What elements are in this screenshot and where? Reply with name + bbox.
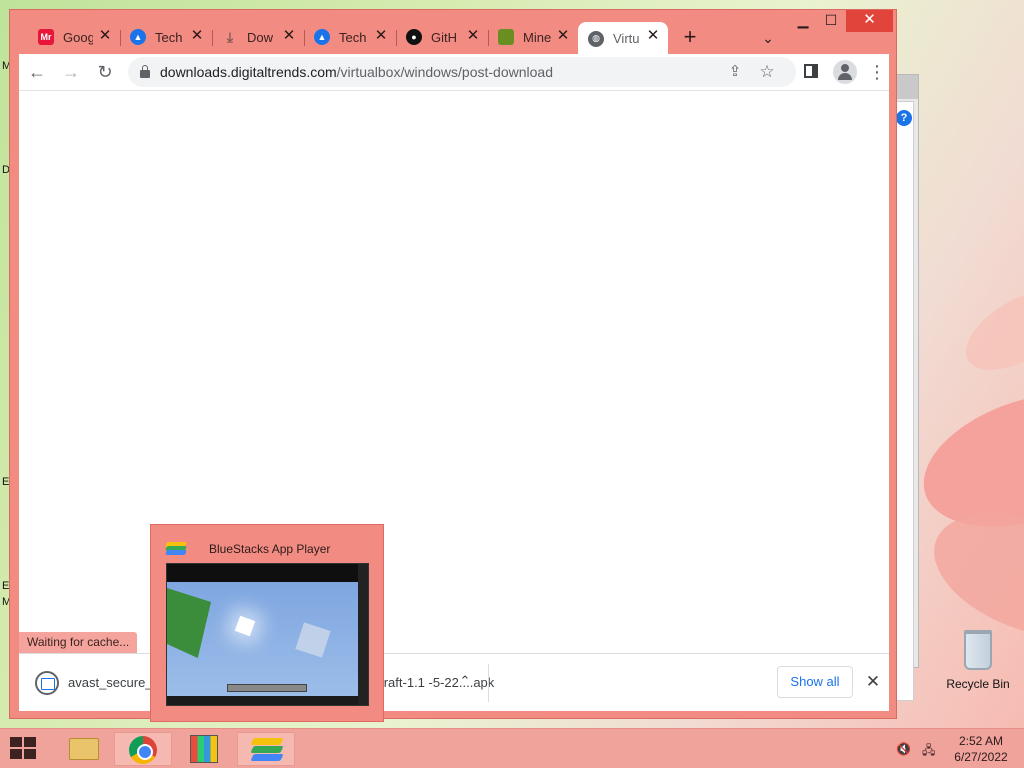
taskbar-file-explorer[interactable] xyxy=(54,732,112,766)
wallpaper-petal xyxy=(953,274,1024,386)
bluestacks-icon xyxy=(250,738,284,762)
windows-media-icon xyxy=(190,735,218,763)
github-icon: ● xyxy=(406,29,422,45)
forward-arrow-icon[interactable]: → xyxy=(59,60,83,84)
download-separator xyxy=(488,664,489,702)
download-filename-start: avast_secure_b xyxy=(68,675,160,690)
kebab-menu-icon[interactable]: ⋮ xyxy=(865,60,889,84)
network-icon[interactable]: 🖧 xyxy=(922,741,938,757)
close-icon[interactable]: ✕ xyxy=(466,28,480,43)
background-window-body xyxy=(896,101,914,701)
bluestacks-icon xyxy=(165,542,187,556)
reload-icon[interactable]: ↻ xyxy=(93,60,117,84)
background-window-header xyxy=(894,75,918,99)
download-file-icon xyxy=(35,671,59,695)
taskbar-thumbnail-preview[interactable]: BlueStacks App Player xyxy=(150,524,384,722)
tab-title: Mine xyxy=(523,29,552,45)
minimize-button[interactable]: ▁ xyxy=(790,10,816,32)
close-download-shelf-icon[interactable]: ✕ xyxy=(862,671,884,693)
tab-virtualbox[interactable]: ◍ Virtu ✕ xyxy=(578,22,668,55)
tab-title: Dow xyxy=(247,29,274,45)
tab-title: Virtu xyxy=(613,31,640,46)
recycle-bin-label: Recycle Bin xyxy=(946,677,1010,691)
preview-topbar xyxy=(167,564,359,582)
bookmark-star-icon[interactable]: ☆ xyxy=(756,61,778,83)
mr-icon: Mr xyxy=(38,29,54,45)
window-close-button[interactable]: ✕ xyxy=(846,10,893,32)
techspot-icon: ▲ xyxy=(130,29,146,45)
address-bar[interactable]: downloads.digitaltrends.com/virtualbox/w… xyxy=(128,57,796,87)
maximize-button[interactable]: ☐ xyxy=(818,10,844,32)
windows-start-icon[interactable] xyxy=(10,737,38,761)
close-icon[interactable]: ✕ xyxy=(374,28,388,43)
chrome-icon xyxy=(129,736,157,764)
close-icon[interactable]: ✕ xyxy=(282,28,296,43)
lock-icon[interactable] xyxy=(140,65,150,78)
chrome-window: Mr Goog ✕ ▲ Tech ✕ ⤓ Dow ✕ ▲ Tech ✕ ● Gi… xyxy=(9,9,897,719)
tab-title: Tech xyxy=(155,29,183,45)
thumbnail-screen xyxy=(166,563,369,706)
download-icon: ⤓ xyxy=(226,28,234,45)
preview-hotbar xyxy=(227,684,307,692)
techspot-icon: ▲ xyxy=(314,29,330,45)
taskbar-windows-media[interactable] xyxy=(174,732,232,766)
tab-search-chevron-icon[interactable]: ⌄ xyxy=(758,28,778,48)
tab-title: GitH xyxy=(431,29,457,45)
tab-github[interactable]: ● GitH ✕ xyxy=(396,22,488,52)
clock-time: 2:52 AM xyxy=(958,734,1004,748)
url-path: /virtualbox/windows/post-download xyxy=(336,64,553,80)
close-icon[interactable]: ✕ xyxy=(98,28,112,43)
taskbar-chrome[interactable] xyxy=(114,732,172,766)
new-tab-button[interactable]: + xyxy=(678,26,702,50)
tab-download[interactable]: ⤓ Dow ✕ xyxy=(212,22,304,52)
show-all-button[interactable]: Show all xyxy=(777,666,853,698)
tab-techspot-2[interactable]: ▲ Tech ✕ xyxy=(304,22,396,52)
minecraft-icon xyxy=(498,29,514,45)
close-icon[interactable]: ✕ xyxy=(556,28,570,43)
profile-avatar-icon[interactable] xyxy=(833,60,857,84)
taskbar-bluestacks[interactable] xyxy=(237,732,295,766)
file-explorer-icon xyxy=(69,738,99,760)
tab-strip: Mr Goog ✕ ▲ Tech ✕ ⤓ Dow ✕ ▲ Tech ✕ ● Gi… xyxy=(10,10,898,55)
url-domain: downloads.digitaltrends.com xyxy=(160,64,337,80)
system-clock[interactable]: 2:52 AM 6/27/2022 xyxy=(948,733,1014,765)
taskbar: 🔇 🖧 2:52 AM 6/27/2022 xyxy=(0,728,1024,768)
preview-sidebar xyxy=(358,564,368,705)
recycle-bin-icon xyxy=(964,630,992,670)
close-icon[interactable]: ✕ xyxy=(190,28,204,43)
share-icon[interactable]: ⇪ xyxy=(724,61,746,83)
tab-title: Tech xyxy=(339,29,367,45)
clock-date: 6/27/2022 xyxy=(954,750,1008,764)
thumbnail-title: BlueStacks App Player xyxy=(209,542,331,556)
help-icon[interactable]: ? xyxy=(896,110,912,126)
tab-title: Goog xyxy=(63,29,93,45)
speaker-muted-icon[interactable]: 🔇 xyxy=(896,742,912,756)
tab-techspot[interactable]: ▲ Tech ✕ xyxy=(120,22,212,52)
close-icon[interactable]: ✕ xyxy=(646,28,660,43)
chevron-up-icon[interactable]: ⌃ xyxy=(457,673,473,689)
globe-icon: ◍ xyxy=(588,30,604,47)
tab-minecraft[interactable]: Mine ✕ xyxy=(488,22,578,52)
status-bubble: Waiting for cache... xyxy=(19,632,138,653)
download-filename-end: eraft-1.1 -5-22....apk xyxy=(376,675,495,690)
side-panel-icon[interactable] xyxy=(804,64,818,78)
tab-google[interactable]: Mr Goog ✕ xyxy=(28,22,120,52)
back-arrow-icon[interactable]: ← xyxy=(25,60,49,84)
url-text[interactable]: downloads.digitaltrends.com/virtualbox/w… xyxy=(160,64,553,80)
browser-toolbar: ← → ↻ downloads.digitaltrends.com/virtua… xyxy=(19,54,889,90)
recycle-bin-desktop-icon[interactable]: Recycle Bin xyxy=(943,630,1013,691)
